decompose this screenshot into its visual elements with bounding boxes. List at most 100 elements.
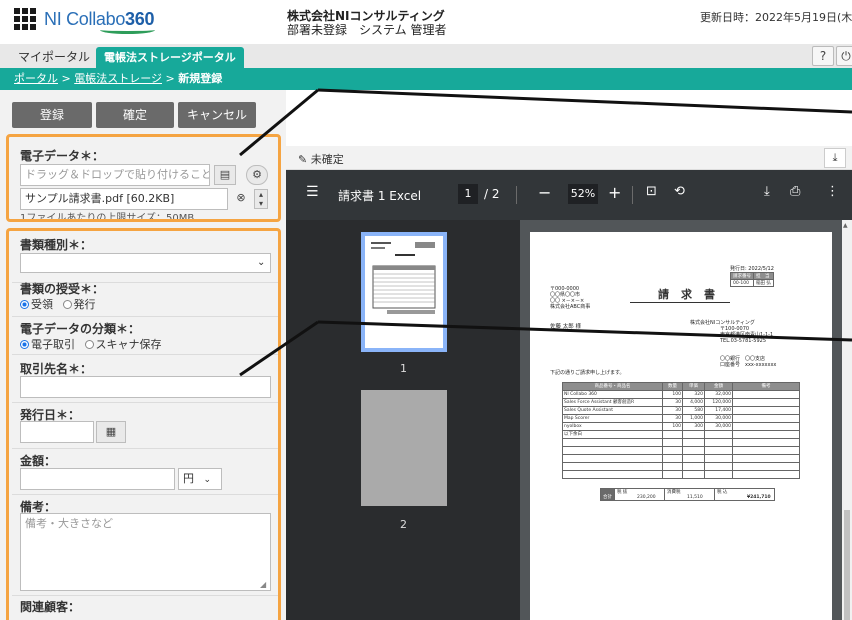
invoice-row: Sales Quote Assistant 30 580 17,400 xyxy=(562,406,800,415)
download-icon[interactable]: ⤓ xyxy=(824,148,846,168)
breadcrumb-separator: > xyxy=(58,72,75,85)
company-name: 株式会社NIコンサルティング xyxy=(287,9,445,23)
status-bar: ✎ 未確定 ⤓ xyxy=(286,146,852,170)
invoice-cell: 30 xyxy=(662,398,683,407)
invoice-cell xyxy=(662,446,683,455)
tab-my-portal[interactable]: マイポータル xyxy=(10,47,98,68)
invoice-cell: Map Scorer xyxy=(562,414,663,423)
invoice-cell xyxy=(732,446,800,455)
invoice-cell: Sales Quote Assistant xyxy=(562,406,663,415)
invoice-items-table: 商品番号・商品名 数量 単価 金額 備考 NI Collabo 360 100 32… xyxy=(562,382,800,479)
action-bar: 登録 確定 キャンセル xyxy=(0,90,286,134)
title-underline xyxy=(630,302,730,303)
download-icon[interactable]: ⤓ xyxy=(764,184,770,199)
invoice-cell xyxy=(662,454,683,463)
page-input[interactable]: 1 xyxy=(458,184,478,204)
cancel-button[interactable]: キャンセル xyxy=(178,102,256,128)
invoice-title: 請求書 xyxy=(658,288,727,301)
invoice-cell xyxy=(562,446,663,455)
invoice-cell xyxy=(704,470,733,479)
invoice-cell: 30 xyxy=(662,406,683,415)
invoice-cell: 580 xyxy=(682,406,705,415)
invoice-cell xyxy=(704,430,733,439)
invoice-cell xyxy=(732,390,800,399)
invoice-cell xyxy=(732,454,800,463)
print-icon[interactable]: ⎙ xyxy=(790,184,800,199)
invoice-cell xyxy=(562,438,663,447)
breadcrumb-portal[interactable]: ポータル xyxy=(14,72,58,85)
invoice-cell: 30,000 xyxy=(704,414,733,423)
logo-swoosh xyxy=(100,26,155,34)
invoice-page: 発行日: 2022/5/12 請求番号担 当 00-100 稲田 弘 〒000-0… xyxy=(530,232,832,620)
invoice-row: Map Scorer 30 1,000 30,000 xyxy=(562,414,800,423)
invoice-row: Sales Force Assistant 顧客創造R 30 4,000 120,00… xyxy=(562,398,800,407)
zoom-input[interactable]: 52% xyxy=(568,184,598,204)
invoice-row xyxy=(562,454,800,463)
invoice-cell: 17,400 xyxy=(704,406,733,415)
invoice-totals: 合計 税 抜 230,200 消費税 11,510 税 込 ¥241,710 xyxy=(600,488,775,501)
invoice-cell xyxy=(662,470,683,479)
invoice-cell xyxy=(704,462,733,471)
invoice-cell xyxy=(662,430,683,439)
rotate-icon[interactable]: ⟲ xyxy=(674,184,685,199)
invoice-cell xyxy=(732,470,800,479)
invoice-cell xyxy=(682,462,705,471)
invoice-cell xyxy=(704,446,733,455)
invoice-row xyxy=(562,446,800,455)
invoice-cell: nyolbox xyxy=(562,422,663,431)
power-icon[interactable]: ⏻ xyxy=(836,46,852,66)
invoice-cell xyxy=(732,422,800,431)
tab-storage-portal[interactable]: 電帳法ストレージポータル xyxy=(96,47,244,68)
invoice-cell xyxy=(732,438,800,447)
register-button[interactable]: 登録 xyxy=(12,102,92,128)
invoice-cell xyxy=(732,430,800,439)
breadcrumb-current: 新規登録 xyxy=(178,72,223,85)
invoice-cell xyxy=(732,406,800,415)
bank-block: 〇〇銀行 〇〇支店 口座番号 xxx-xxxxxxx xyxy=(720,356,777,368)
invoice-cell xyxy=(732,398,800,407)
confirm-button[interactable]: 確定 xyxy=(96,102,174,128)
thumbnail-preview xyxy=(371,242,436,314)
scroll-up-icon[interactable]: ▲ xyxy=(843,222,848,229)
breadcrumb-storage[interactable]: 電帳法ストレージ xyxy=(74,72,162,85)
status-label: 未確定 xyxy=(310,153,344,166)
page-total: / 2 xyxy=(484,187,500,201)
scrollbar-thumb[interactable] xyxy=(844,510,850,620)
breadcrumb: ポータル > 電帳法ストレージ > 新規登録 xyxy=(0,68,852,90)
divider xyxy=(632,186,633,204)
invoice-cell xyxy=(682,454,705,463)
invoice-cell xyxy=(732,462,800,471)
invoice-row: NI Collabo 360 100 320 32,000 xyxy=(562,390,800,399)
invoice-row xyxy=(562,438,800,447)
invoice-row: 以下余白 xyxy=(562,430,800,439)
page-thumbnail-1[interactable] xyxy=(361,232,447,352)
menu-icon[interactable]: ☰ xyxy=(306,184,319,200)
status-text: ✎ 未確定 xyxy=(298,151,344,167)
viewer-header-space xyxy=(286,90,852,146)
apps-grid-icon[interactable] xyxy=(14,8,36,30)
invoice-cell: 100 xyxy=(662,422,683,431)
invoice-cell xyxy=(562,454,663,463)
invoice-cell xyxy=(704,438,733,447)
scrollbar[interactable]: ▲ xyxy=(842,220,852,620)
recipient-block: 〒000-0000 〇〇県〇〇市 〇〇 ×－×－× 株式会社ABC商事 xyxy=(550,286,591,310)
highlight-box-fields xyxy=(6,228,281,620)
invoice-row xyxy=(562,470,800,479)
invoice-cell xyxy=(662,462,683,471)
invoice-cell xyxy=(732,414,800,423)
thumbnail-panel: 1 2 xyxy=(286,220,520,620)
page-thumbnail-2[interactable] xyxy=(361,390,447,506)
help-button[interactable]: ? xyxy=(812,46,834,66)
zoom-out-icon[interactable]: − xyxy=(538,183,551,202)
fit-page-icon[interactable]: ⊡ xyxy=(646,184,657,199)
invoice-cell: 1,000 xyxy=(682,414,705,423)
more-options-icon[interactable]: ⋮ xyxy=(826,184,839,199)
breadcrumb-separator: > xyxy=(162,72,179,85)
invoice-cell xyxy=(682,430,705,439)
invoice-cell: Sales Force Assistant 顧客創造R xyxy=(562,398,663,407)
invoice-cell: 4,000 xyxy=(682,398,705,407)
zoom-in-icon[interactable]: + xyxy=(608,183,621,202)
invoice-cell: 30 xyxy=(662,414,683,423)
invoice-cell xyxy=(562,462,663,471)
sender-block: 株式会社NIコンサルティング 〒100-0070 東京都港区南青山1-1-1 T… xyxy=(690,320,774,344)
